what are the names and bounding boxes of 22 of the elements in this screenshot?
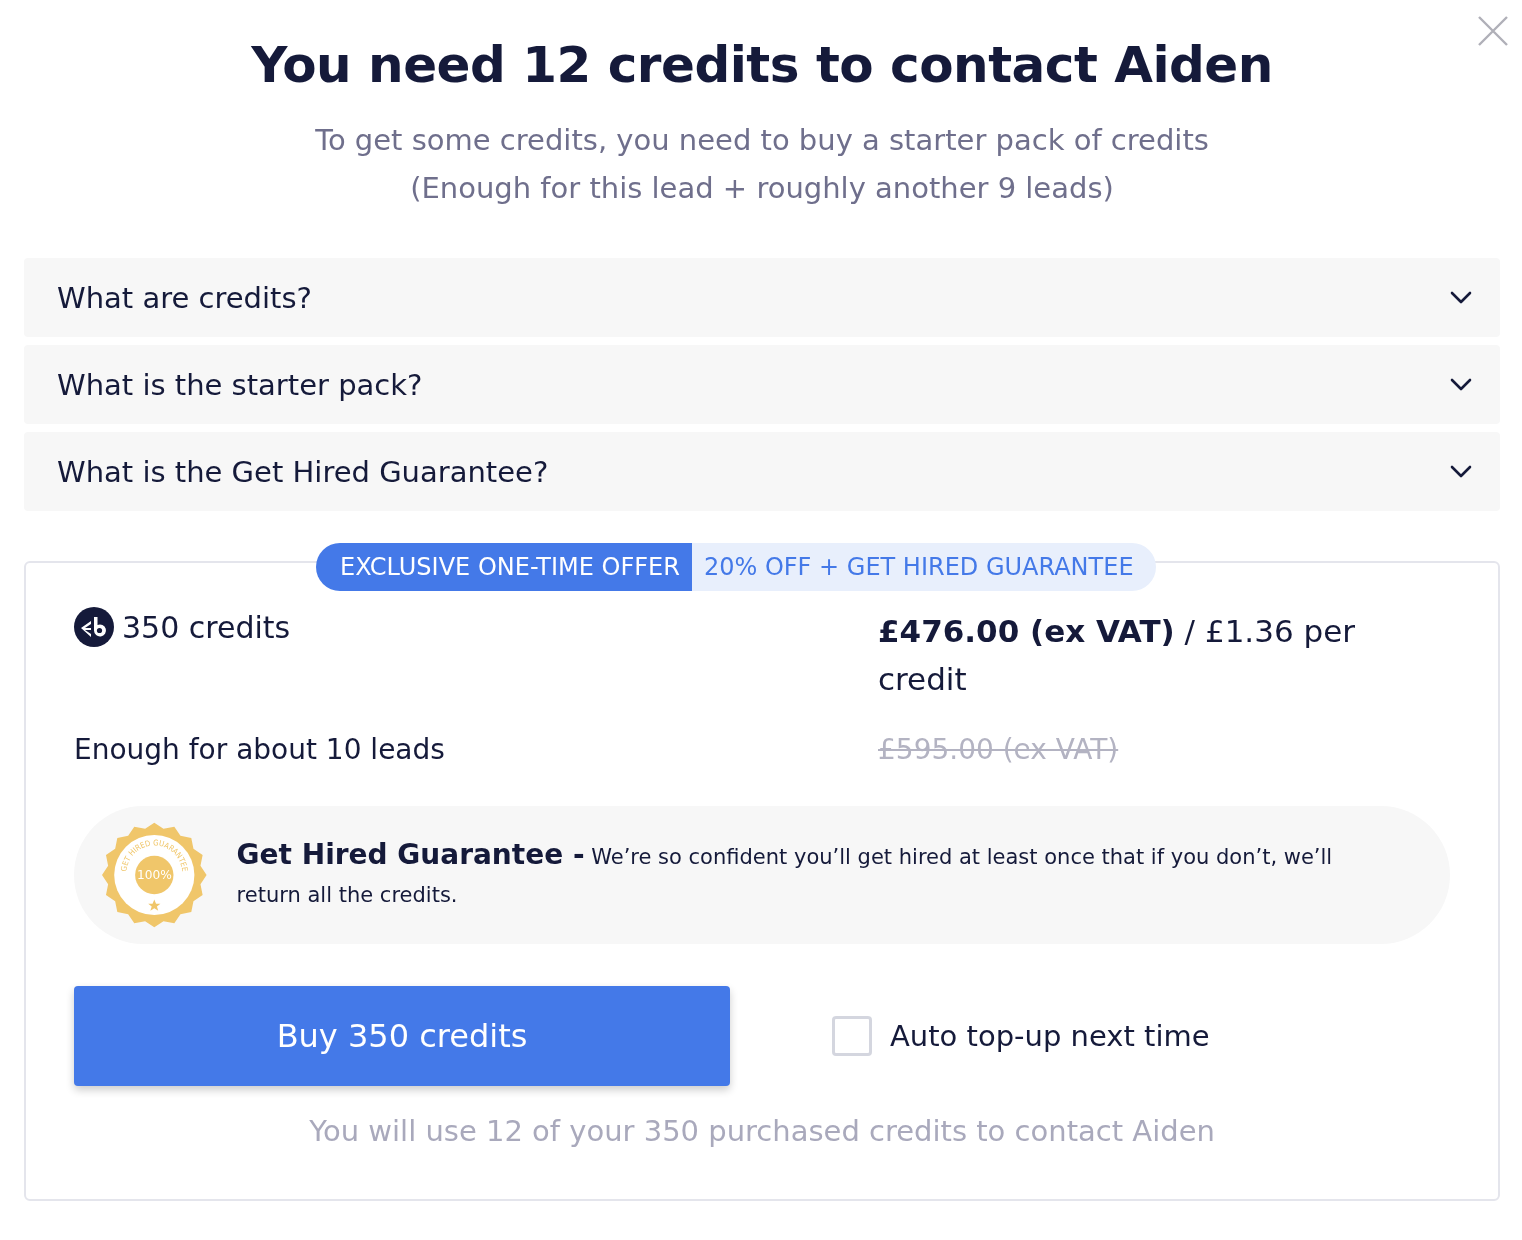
- chevron-down-icon: [1450, 464, 1472, 479]
- credits-amount: 350 credits: [122, 609, 291, 645]
- buy-button[interactable]: Buy 350 credits: [74, 986, 730, 1086]
- dialog-title: You need 12 credits to contact Aiden: [250, 36, 1274, 94]
- original-price: £595.00 (ex VAT): [878, 733, 1120, 766]
- chevron-down-icon: [1450, 377, 1472, 392]
- auto-topup-label: Auto top-up next time: [890, 1019, 1210, 1053]
- faq-item[interactable]: What are credits?: [24, 258, 1500, 337]
- guarantee-text: Get Hired Guarantee - We’re so confident you’ll get hired at least once that if you don’t, we’ll return all the credits.: [236, 837, 1334, 909]
- leads-note: Enough for about 10 leads: [74, 733, 446, 766]
- chevron-down-icon: [1450, 290, 1472, 305]
- subtitle-text: To get some credits, you need to buy a starter pack of credits: [315, 122, 1209, 159]
- price-text: £476.00 (ex VAT) / £1.36 per credit: [878, 612, 1356, 699]
- logo-icon: [74, 607, 114, 647]
- offer-detail-tag: 20% OFF + GET HIRED GUARANTEE: [691, 543, 1156, 591]
- faq-item[interactable]: What is the starter pack?: [24, 345, 1500, 424]
- offer-tag: EXCLUSIVE ONE-TIME OFFER: [316, 543, 692, 591]
- faq-item[interactable]: What is the Get Hired Guarantee?: [24, 432, 1500, 511]
- close-button[interactable]: [1476, 14, 1510, 48]
- subtitle-text: (Enough for this lead + roughly another 9 leads): [410, 170, 1114, 207]
- usage-note: You will use 12 of your 350 purchased credits to contact Aiden: [308, 1114, 1216, 1148]
- auto-topup-checkbox[interactable]: [832, 1016, 872, 1056]
